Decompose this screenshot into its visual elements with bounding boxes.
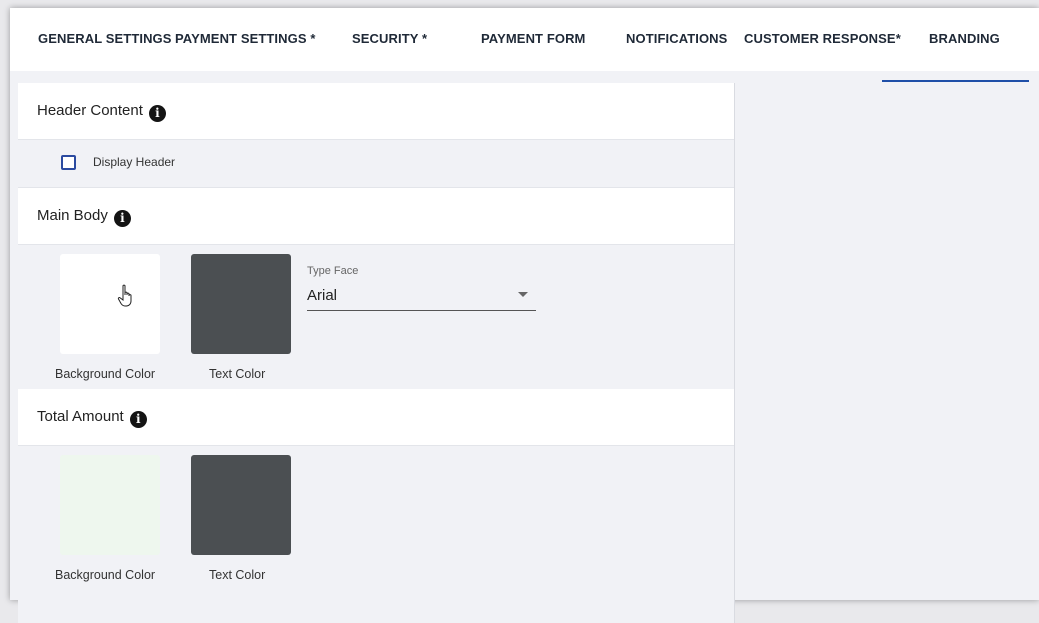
info-icon[interactable]: i xyxy=(113,210,131,227)
tab-security[interactable]: SECURITY * xyxy=(352,8,427,69)
tab-payment-settings[interactable]: PAYMENT SETTINGS * xyxy=(175,8,316,69)
total-amount-title: Total Amount i xyxy=(37,389,147,445)
typeface-value: Arial xyxy=(307,287,338,304)
main-body-background-color-swatch[interactable] xyxy=(60,254,160,354)
total-amount-section-header: Total Amount i xyxy=(18,389,734,446)
main-body-text-color-label: Text Color xyxy=(209,367,266,381)
typeface-select[interactable]: Type Face Arial xyxy=(307,265,536,315)
display-header-row: Display Header xyxy=(18,140,734,188)
typeface-label: Type Face xyxy=(307,265,359,277)
tab-bar: GENERAL SETTINGS PAYMENT SETTINGS * SECU… xyxy=(10,8,1039,71)
main-body-text-color-swatch[interactable] xyxy=(191,254,291,354)
display-header-checkbox[interactable] xyxy=(61,155,76,170)
main-body-background-color-label: Background Color xyxy=(55,367,156,381)
tab-payment-form[interactable]: PAYMENT FORM xyxy=(481,8,585,69)
total-amount-text-color-swatch[interactable] xyxy=(191,455,291,555)
main-body-title: Main Body i xyxy=(37,188,131,244)
typeface-underline xyxy=(307,310,536,311)
header-content-title: Header Content i xyxy=(37,83,166,139)
caret-down-icon xyxy=(518,292,528,297)
active-tab-indicator xyxy=(882,80,1029,82)
tab-notifications[interactable]: NOTIFICATIONS xyxy=(626,8,727,69)
main-body-section-header: Main Body i xyxy=(18,188,734,245)
display-header-label: Display Header xyxy=(93,155,176,169)
tab-general-settings[interactable]: GENERAL SETTINGS xyxy=(38,8,172,69)
total-amount-background-color-swatch[interactable] xyxy=(60,455,160,555)
tab-branding[interactable]: BRANDING xyxy=(929,8,1000,69)
header-content-section-header: Header Content i xyxy=(18,83,734,140)
total-amount-text-color-label: Text Color xyxy=(209,568,266,582)
info-icon[interactable]: i xyxy=(129,411,147,428)
total-amount-background-color-label: Background Color xyxy=(55,568,156,582)
tab-customer-response[interactable]: CUSTOMER RESPONSE* xyxy=(744,8,901,69)
hand-pointer-icon xyxy=(117,284,132,307)
info-icon[interactable]: i xyxy=(148,105,166,122)
